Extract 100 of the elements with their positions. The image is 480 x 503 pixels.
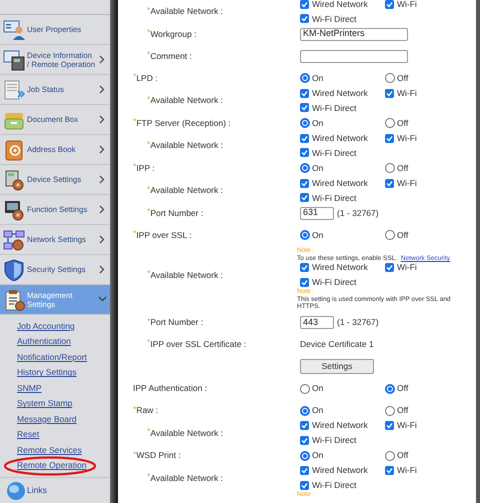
required-mark: * — [133, 72, 136, 80]
field-label: Port Number : — [150, 206, 204, 220]
checkbox-label: Wi-Fi Direct — [312, 102, 356, 114]
checkbox[interactable] — [300, 88, 309, 98]
field-label: IPP : — [136, 162, 155, 174]
chevron-right-icon — [98, 235, 107, 244]
radio-button[interactable] — [385, 384, 395, 394]
radio-button[interactable] — [300, 406, 310, 416]
submenu-link[interactable]: SNMP — [17, 382, 42, 395]
radio-button[interactable] — [385, 118, 395, 128]
required-mark: * — [147, 207, 150, 215]
submenu-link[interactable]: Remote Services — [17, 444, 82, 457]
shield-icon — [3, 258, 25, 280]
user-card-icon — [3, 18, 25, 40]
radio-label: Off — [397, 449, 408, 462]
radio-label: On — [312, 449, 324, 462]
required-mark: * — [133, 450, 136, 458]
field-label: IPP over SSL : — [136, 228, 192, 242]
field-label: Available Network : — [150, 426, 223, 440]
radio-label: Off — [397, 228, 408, 242]
radio-button[interactable] — [385, 406, 395, 416]
checkbox[interactable] — [385, 88, 394, 98]
radio-label: Off — [397, 382, 408, 395]
checkbox-label: Wi-Fi Direct — [312, 479, 356, 492]
checkbox[interactable] — [300, 0, 309, 9]
checkbox[interactable] — [300, 193, 309, 202]
checkbox[interactable] — [300, 436, 309, 445]
required-mark: * — [147, 94, 150, 102]
checkbox-label: Wired Network — [312, 262, 368, 274]
radio-label: On — [312, 72, 324, 84]
checkbox-label: Wired Network — [312, 86, 368, 100]
settings-button[interactable]: Settings — [300, 358, 374, 374]
required-mark: * — [133, 162, 136, 170]
range-hint: (1 - 32767) — [337, 206, 379, 220]
field-label: WSD Print : — [136, 449, 181, 462]
submenu-link[interactable]: Authentication — [17, 335, 71, 348]
checkbox-label: Wi-Fi — [397, 464, 417, 477]
checkbox[interactable] — [385, 134, 394, 143]
radio-button[interactable] — [385, 73, 395, 83]
field-label: Available Network : — [150, 184, 223, 197]
checkbox[interactable] — [300, 421, 309, 430]
radio-label: On — [312, 382, 324, 395]
radio-button[interactable] — [300, 73, 310, 83]
radio-button[interactable] — [385, 230, 395, 240]
required-mark: * — [133, 117, 136, 125]
checkbox[interactable] — [300, 278, 309, 287]
checkbox[interactable] — [300, 148, 309, 158]
checkbox[interactable] — [300, 178, 309, 188]
checkbox[interactable] — [385, 0, 394, 9]
checkbox[interactable] — [385, 421, 394, 430]
checkbox[interactable] — [385, 178, 394, 188]
radio-button[interactable] — [300, 384, 310, 394]
field-label: Available Network : — [150, 139, 223, 152]
required-mark: * — [147, 140, 150, 148]
chevron-right-icon — [98, 205, 107, 214]
radio-button[interactable] — [300, 163, 310, 173]
screen-gear-icon — [3, 198, 25, 220]
submenu-link[interactable]: System Stamp — [17, 397, 72, 410]
field-label: Available Network : — [150, 5, 223, 18]
checkbox[interactable] — [385, 263, 394, 272]
submenu-link[interactable]: Notification/Report — [17, 350, 87, 364]
port-field[interactable]: 443 — [300, 316, 334, 329]
checkbox-label: Wired Network — [312, 464, 368, 477]
required-mark: * — [147, 472, 150, 480]
checkbox-label: Wi-Fi — [397, 176, 417, 190]
radio-button[interactable] — [385, 450, 395, 460]
radio-button[interactable] — [385, 163, 395, 173]
field-label: Workgroup : — [150, 28, 196, 40]
checkbox[interactable] — [300, 14, 309, 24]
submenu-link[interactable]: Job Accounting — [17, 320, 75, 333]
checkbox-label: Wired Network — [312, 419, 368, 432]
required-mark: * — [147, 184, 150, 192]
radio-button[interactable] — [300, 118, 310, 128]
sidebar-item[interactable]: Links — [0, 477, 110, 503]
checkbox[interactable] — [300, 480, 309, 490]
checkbox[interactable] — [300, 263, 309, 272]
submenu-link[interactable]: History Settings — [17, 366, 77, 380]
checkbox-label: Wi-Fi Direct — [312, 434, 356, 447]
checkbox[interactable] — [300, 103, 309, 112]
port-field[interactable]: 631 — [300, 206, 334, 220]
radio-button[interactable] — [300, 230, 310, 240]
clipboard-gear-icon — [3, 288, 25, 310]
required-mark: * — [147, 28, 150, 36]
field-value: Device Certificate 1 — [300, 338, 374, 350]
text-field[interactable]: KM-NetPrinters — [300, 28, 408, 40]
checkbox[interactable] — [300, 134, 309, 143]
chevron-right-icon — [98, 145, 107, 154]
field-label: Port Number : — [150, 316, 204, 329]
required-mark: * — [147, 50, 150, 58]
chevron-right-icon — [98, 175, 107, 184]
checkbox-label: Wi-Fi — [397, 86, 417, 100]
address-book-icon — [3, 138, 25, 160]
checkbox[interactable] — [385, 466, 394, 476]
checkbox-label: Wi-Fi — [397, 132, 417, 144]
submenu-link[interactable]: Reset — [17, 428, 40, 442]
text-field[interactable] — [300, 50, 408, 62]
checkbox[interactable] — [300, 466, 309, 476]
field-label: Available Network : — [150, 268, 223, 282]
submenu-link[interactable]: Message Board — [17, 412, 77, 426]
radio-button[interactable] — [300, 450, 310, 460]
